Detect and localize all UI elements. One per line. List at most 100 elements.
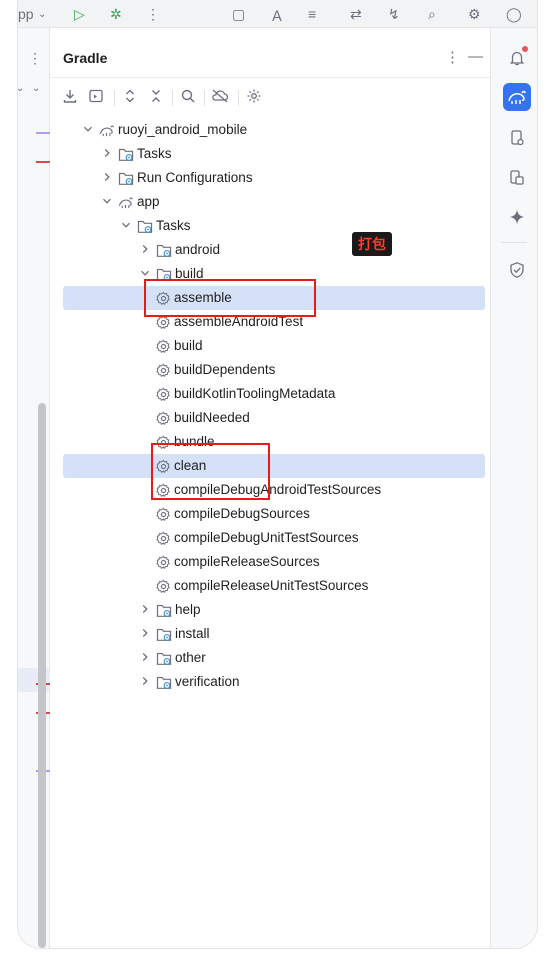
gemini-button[interactable]	[503, 203, 531, 231]
options-icon[interactable]: ⋮	[28, 50, 42, 67]
task-item[interactable]: buildDependents	[50, 358, 490, 382]
tree-item-label: compileDebugUnitTestSources	[174, 530, 359, 545]
search-icon[interactable]: ⌕	[428, 6, 436, 23]
chevron-down-icon[interactable]	[100, 194, 114, 208]
tree-item-label: build	[174, 338, 203, 353]
chevron-down-icon[interactable]: ⌄	[32, 83, 40, 94]
shield-check-icon	[510, 262, 524, 278]
task-item[interactable]: buildKotlinToolingMetadata	[50, 382, 490, 406]
task-item[interactable]: compileDebugSources	[50, 502, 490, 526]
minimize-icon[interactable]: —	[468, 48, 483, 65]
options-icon[interactable]: ⋮	[445, 48, 460, 66]
app-quality-button[interactable]	[503, 256, 531, 284]
tree-item-label: verification	[175, 674, 240, 689]
chevron-right-icon[interactable]	[138, 626, 152, 640]
chevron-right-icon[interactable]	[100, 146, 114, 160]
tree-item-label: buildDependents	[174, 362, 276, 377]
task-item[interactable]: compileDebugAndroidTestSources	[50, 478, 490, 502]
more-icon[interactable]: ⋮	[146, 6, 160, 23]
toolbar-separator	[114, 90, 115, 106]
folder-gear-icon	[137, 218, 153, 234]
expand-all-icon[interactable]	[120, 86, 140, 106]
task-item[interactable]: bundle	[50, 430, 490, 454]
collapse-all-icon[interactable]	[146, 86, 166, 106]
tree-node[interactable]: install	[50, 622, 490, 646]
running-devices-icon	[510, 170, 524, 185]
tree-node[interactable]: Tasks	[50, 214, 490, 238]
chevron-right-icon[interactable]	[138, 242, 152, 256]
toolbar-separator	[172, 90, 173, 106]
tree-node[interactable]: Run Configurations	[50, 166, 490, 190]
task-item[interactable]: compileReleaseUnitTestSources	[50, 574, 490, 598]
gradle-toolbar	[50, 80, 490, 112]
ide-window: pp ⌄ ▷ ✲ ⋮ ▢ Ａ ≡ ⇄ ↯ ⌕ ⚙ ◯ ⋮ ⌄ ⌄ Gradle …	[18, 0, 537, 948]
main-toolbar: pp ⌄ ▷ ✲ ⋮ ▢ Ａ ≡ ⇄ ↯ ⌕ ⚙ ◯	[18, 0, 537, 28]
tree-item-label: android	[175, 242, 221, 257]
tree-node[interactable]: help	[50, 598, 490, 622]
chevron-right-icon[interactable]	[138, 602, 152, 616]
sparkle-icon	[509, 209, 525, 225]
tree-node[interactable]: app	[50, 190, 490, 214]
notifications-button[interactable]	[503, 44, 531, 72]
chevron-down-icon[interactable]	[138, 266, 152, 280]
task-item[interactable]: clean	[50, 454, 490, 478]
task-item[interactable]: compileReleaseSources	[50, 550, 490, 574]
tree-item-label: Run Configurations	[137, 170, 253, 185]
tree-item-label: other	[175, 650, 206, 665]
annotation-label: 打包	[352, 232, 392, 256]
gear-icon	[155, 554, 171, 570]
folder-gear-icon	[118, 170, 134, 186]
panel-title: Gradle	[63, 50, 108, 66]
run-config-selector[interactable]: pp	[18, 6, 34, 22]
offline-mode-icon[interactable]	[210, 86, 230, 106]
sync-icon[interactable]: ⇄	[350, 6, 362, 23]
device-icon[interactable]: ▢	[232, 6, 245, 23]
tree-node[interactable]: ruoyi_android_mobile	[50, 118, 490, 142]
editor-scrollbar[interactable]	[38, 403, 46, 948]
device-manager-icon	[511, 130, 524, 146]
gradle-tool-button[interactable]	[503, 83, 531, 111]
gear-icon	[155, 386, 171, 402]
chevron-right-icon[interactable]	[100, 170, 114, 184]
chevron-right-icon[interactable]	[138, 674, 152, 688]
device-manager-button[interactable]	[503, 124, 531, 152]
layout-icon[interactable]: ≡	[308, 6, 316, 22]
analyze-dependencies-icon[interactable]	[178, 86, 198, 106]
running-devices-button[interactable]	[503, 164, 531, 192]
run-task-icon[interactable]	[86, 86, 106, 106]
tree-item-label: help	[175, 602, 201, 617]
sync-all-icon[interactable]	[60, 86, 80, 106]
tree-node[interactable]: other	[50, 646, 490, 670]
gradle-settings-icon[interactable]	[244, 86, 264, 106]
gradle-project-icon	[99, 122, 115, 138]
tree-node[interactable]: Tasks	[50, 142, 490, 166]
tree-item-label: app	[137, 194, 160, 209]
tree-node[interactable]: android	[50, 238, 490, 262]
vcs-icon[interactable]: ↯	[388, 6, 400, 23]
chevron-down-icon[interactable]: ⌄	[38, 9, 46, 20]
gear-icon	[155, 506, 171, 522]
chevron-right-icon[interactable]	[138, 650, 152, 664]
chevron-down-icon[interactable]	[81, 122, 95, 136]
notification-dot	[522, 46, 528, 52]
task-item[interactable]: compileDebugUnitTestSources	[50, 526, 490, 550]
right-tool-stripe	[490, 28, 537, 948]
error-marker	[36, 161, 50, 163]
tree-item-label: compileReleaseUnitTestSources	[174, 578, 369, 593]
folder-gear-icon	[156, 674, 172, 690]
tree-item-label: Tasks	[156, 218, 191, 233]
tree-item-label: Tasks	[137, 146, 172, 161]
chevron-down-icon[interactable]	[119, 218, 133, 232]
tree-item-label: buildKotlinToolingMetadata	[174, 386, 336, 401]
debug-icon[interactable]: ✲	[110, 6, 122, 23]
translate-icon[interactable]: Ａ	[270, 6, 284, 26]
task-item[interactable]: build	[50, 334, 490, 358]
account-icon[interactable]: ◯	[506, 6, 522, 23]
task-item[interactable]: buildNeeded	[50, 406, 490, 430]
run-icon[interactable]: ▷	[74, 6, 85, 23]
settings-icon[interactable]: ⚙	[468, 6, 481, 23]
folder-gear-icon	[156, 650, 172, 666]
change-marker	[36, 132, 50, 134]
tree-node[interactable]: verification	[50, 670, 490, 694]
chevron-down-icon[interactable]: ⌄	[18, 83, 24, 94]
